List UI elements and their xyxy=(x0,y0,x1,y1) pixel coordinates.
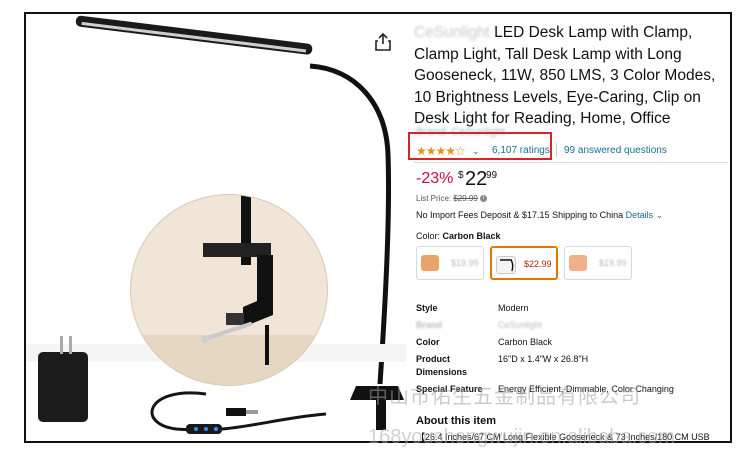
price-whole: 22 xyxy=(465,168,488,190)
share-icon[interactable] xyxy=(374,32,392,52)
color-label-key: Color: xyxy=(416,231,441,241)
spec-value: 16"D x 1.4"W x 26.8"H xyxy=(498,354,589,364)
product-title: CeSunlight LED Desk Lamp with Clamp, Cla… xyxy=(414,22,726,130)
spec-value: Modern xyxy=(498,303,529,313)
shipping-details-link[interactable]: Details xyxy=(626,210,654,220)
chevron-down-icon[interactable]: ⌄ xyxy=(472,146,480,157)
color-selected-value: Carbon Black xyxy=(442,231,501,241)
swatch-thumbnail xyxy=(496,256,516,274)
spec-key: Style xyxy=(416,303,438,313)
color-label: Color: Carbon Black xyxy=(416,231,501,241)
spec-value: CeSunlight xyxy=(498,320,543,330)
swatch-price: $19.99 xyxy=(599,258,627,268)
swatch-thumbnail xyxy=(421,255,439,271)
star-rating-icon[interactable]: ★★★★☆ xyxy=(416,144,466,158)
shipping-info: No Import Fees Deposit & $17.15 Shipping… xyxy=(416,210,663,221)
shipping-text: No Import Fees Deposit & $17.15 Shipping… xyxy=(416,210,624,220)
product-image[interactable] xyxy=(26,14,414,441)
screenshot-frame: CeSunlight LED Desk Lamp with Clamp, Cla… xyxy=(24,12,732,443)
info-icon[interactable]: i xyxy=(480,195,488,203)
spec-key: Brand xyxy=(416,320,443,330)
price-currency: $ xyxy=(458,170,464,181)
swatch-price: $19.99 xyxy=(451,258,479,268)
swatch-price: $22.99 xyxy=(524,259,552,269)
ratings-count-link[interactable]: 6,107 ratings xyxy=(492,145,550,156)
spec-value: Carbon Black xyxy=(498,337,553,347)
price-fraction: 99 xyxy=(486,170,498,181)
swatch-thumbnail xyxy=(569,255,587,271)
color-swatch-option[interactable]: $19.99 xyxy=(416,246,484,280)
divider xyxy=(556,143,557,157)
color-swatch-option[interactable]: $19.99 xyxy=(564,246,632,280)
watermark-company: 中山市佑生五金制品有限公司 xyxy=(368,386,641,408)
answered-questions-link[interactable]: 99 answered questions xyxy=(564,145,667,156)
list-price-label: List Price: xyxy=(416,194,452,203)
color-swatch-selected[interactable]: $22.99 xyxy=(490,246,558,280)
list-price: List Price: $29.99 i xyxy=(416,194,488,203)
section-divider xyxy=(414,162,728,163)
discount-badge: -23% xyxy=(416,170,454,187)
chevron-down-icon[interactable]: ⌄ xyxy=(656,210,664,220)
product-info-panel: CeSunlight LED Desk Lamp with Clamp, Cla… xyxy=(408,14,730,441)
clamp-detail-zoom xyxy=(130,194,328,386)
spec-key: Product Dimensions xyxy=(416,354,468,377)
watermark-url: 168youshengwujin.en.alibaba.com xyxy=(368,426,675,448)
product-brand[interactable]: CeSunlight xyxy=(414,24,490,41)
list-price-value: $29.99 xyxy=(453,194,478,203)
spec-key: Color xyxy=(416,337,440,347)
